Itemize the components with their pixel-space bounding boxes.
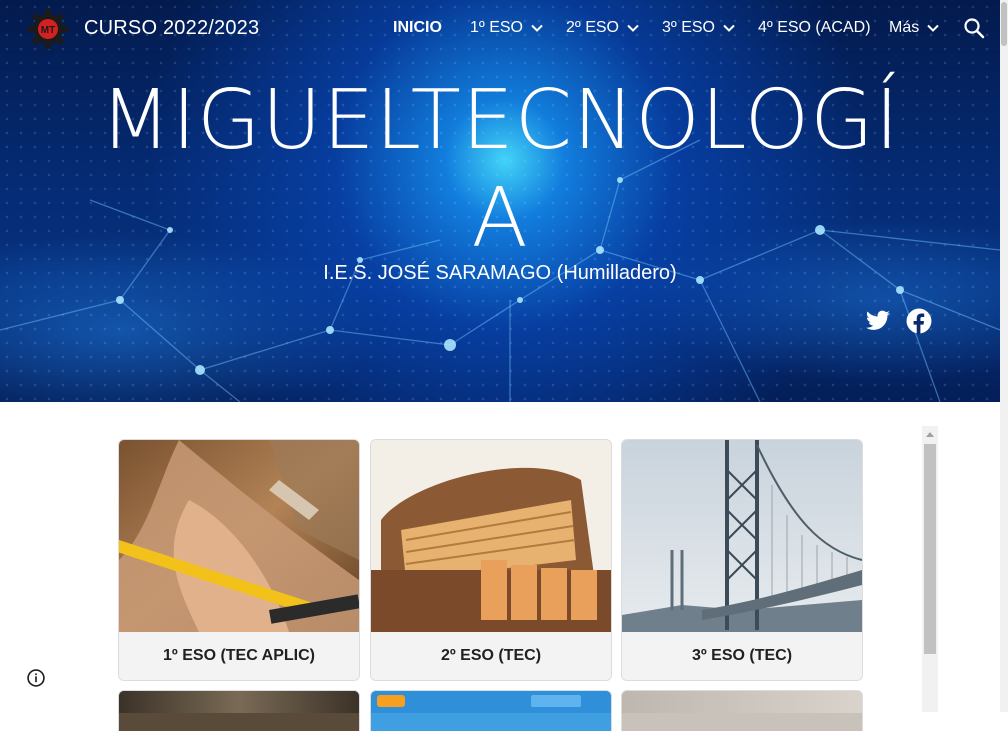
nav-label: 4º ESO (ACAD) — [758, 19, 871, 36]
nav-item-1-eso[interactable]: 1º ESO — [470, 19, 543, 37]
search-icon[interactable] — [962, 16, 986, 40]
chevron-down-icon — [627, 24, 639, 32]
chevron-down-icon — [927, 24, 939, 32]
site-logo[interactable]: MT — [27, 8, 69, 50]
card-image-partial — [371, 691, 611, 713]
card-label: 3º ESO (TEC) — [622, 632, 862, 680]
card-row2-2[interactable] — [370, 690, 612, 731]
nav-label: 3º ESO — [662, 19, 715, 36]
hero-title-line1: MIGUELTECNOLOGÍ — [100, 73, 900, 168]
facebook-icon[interactable] — [906, 308, 932, 334]
card-3-eso-tec[interactable]: 3º ESO (TEC) — [621, 439, 863, 681]
nav-item-3-eso[interactable]: 3º ESO — [662, 19, 735, 37]
card-image-bridge — [622, 440, 862, 632]
nav-item-mas[interactable]: Más — [889, 19, 939, 37]
site-name[interactable]: CURSO 2022/2023 — [84, 17, 259, 40]
hero-subtitle: I.E.S. JOSÉ SARAMAGO (Humilladero) — [323, 262, 677, 284]
top-navigation-bar: MT CURSO 2022/2023 INICIO 1º ESO 2º ESO … — [0, 0, 1000, 58]
nav-item-inicio[interactable]: INICIO — [393, 19, 442, 37]
chevron-down-icon — [723, 24, 735, 32]
nav-label: 1º ESO — [470, 19, 523, 36]
nav-label: Más — [889, 19, 920, 36]
card-image-woodworking — [119, 440, 359, 632]
card-image-partial — [622, 691, 862, 713]
card-2-eso-tec[interactable]: 2º ESO (TEC) — [370, 439, 612, 681]
nav-item-4-eso-acad[interactable]: 4º ESO (ACAD) — [758, 19, 871, 37]
logo-text: MT — [41, 25, 55, 36]
card-row2-1[interactable] — [118, 690, 360, 731]
hero-title-line2: A — [471, 171, 529, 266]
gear-logo-icon: MT — [28, 9, 68, 49]
card-label: 1º ESO (TEC APLIC) — [119, 632, 359, 680]
twitter-icon[interactable] — [864, 308, 892, 334]
hero-title: MIGUELTECNOLOGÍ A — [0, 72, 1000, 268]
nav-item-2-eso[interactable]: 2º ESO — [566, 19, 639, 37]
nav-label: INICIO — [393, 19, 442, 36]
card-label: 2º ESO (TEC) — [371, 632, 611, 680]
embedded-scrollbar-thumb[interactable] — [924, 444, 936, 654]
nav-label: 2º ESO — [566, 19, 619, 36]
page-scrollbar[interactable] — [1000, 0, 1008, 712]
scroll-up-arrow-icon[interactable] — [926, 432, 934, 437]
card-row2-3[interactable] — [621, 690, 863, 731]
card-1-eso-tec-aplic[interactable]: 1º ESO (TEC APLIC) — [118, 439, 360, 681]
card-image-partial — [119, 691, 359, 713]
chevron-down-icon — [531, 24, 543, 32]
embedded-scrollbar[interactable] — [922, 426, 938, 712]
card-image-timber — [371, 440, 611, 632]
info-icon[interactable] — [26, 668, 46, 688]
page-scrollbar-thumb[interactable] — [1001, 2, 1007, 46]
